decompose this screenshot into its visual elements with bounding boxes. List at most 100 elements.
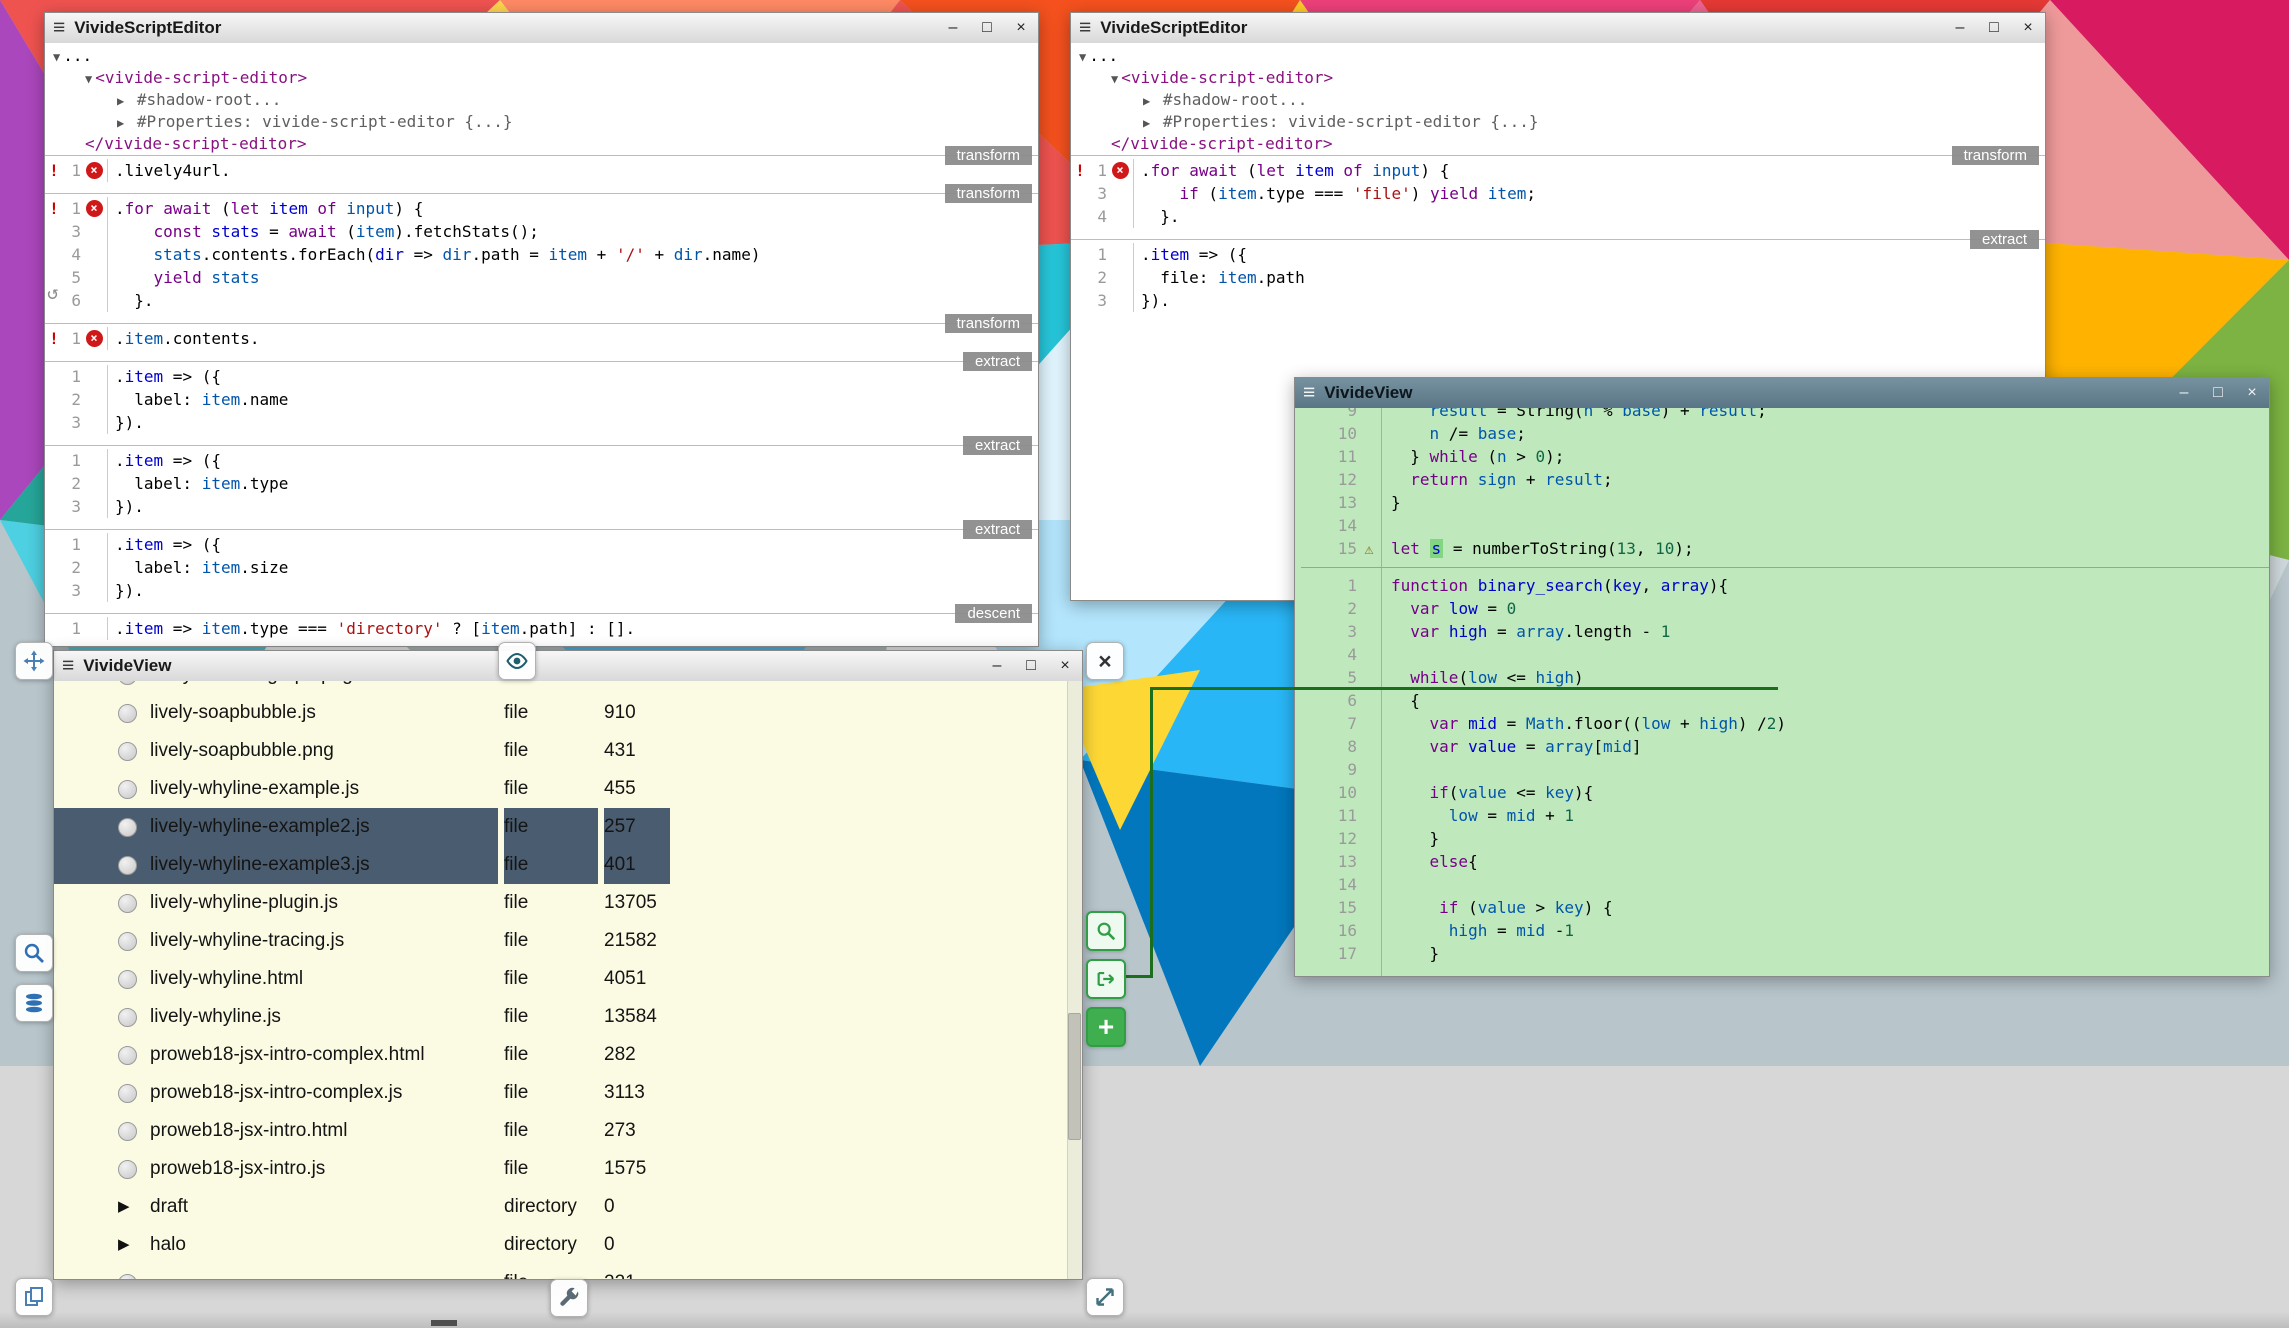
code-line: 5 yield stats	[45, 266, 1038, 289]
halo-copy-button[interactable]	[15, 1278, 53, 1316]
menu-icon[interactable]: ≡	[62, 651, 74, 681]
file-icon	[118, 1046, 137, 1065]
menu-icon[interactable]: ≡	[1079, 13, 1091, 43]
script-step-editor[interactable]: extract1.item => ({2 label: item.type3})…	[45, 445, 1038, 521]
tree-node[interactable]: ▶ #shadow-root...	[45, 89, 1038, 111]
halo-inspect-button[interactable]	[498, 642, 536, 680]
script-step-editor[interactable]: transform!1×.lively4url.	[45, 155, 1038, 185]
list-item[interactable]: file221	[54, 1264, 1068, 1279]
tree-node[interactable]: </vivide-script-editor>	[1071, 133, 2045, 155]
list-item[interactable]: lively-soapbubble.jsfile910	[54, 694, 1068, 732]
tree-node[interactable]: ▼<vivide-script-editor>	[45, 67, 1038, 89]
script-step-editor[interactable]: transform!1×.for await (let item of inpu…	[45, 193, 1038, 315]
titlebar[interactable]: ≡ VivideView – □ ×	[1295, 378, 2269, 409]
close-button[interactable]: ×	[2243, 378, 2261, 408]
list-item[interactable]: proweb18-jsx-intro-complex.jsfile3113	[54, 1074, 1068, 1112]
script-editor-body: ▼...▼<vivide-script-editor>▶ #shadow-roo…	[45, 43, 1038, 646]
data-source-button[interactable]	[15, 984, 53, 1022]
list-item[interactable]: proweb18-jsx-intro.htmlfile273	[54, 1112, 1068, 1150]
list-item[interactable]: ▶halodirectory0	[54, 1226, 1068, 1264]
inspect-step-button[interactable]	[1086, 911, 1126, 951]
section-type-badge: extract	[963, 352, 1032, 371]
code-line: 2 var low = 0	[1301, 597, 2269, 620]
tree-node[interactable]: ▼...	[1071, 45, 2045, 67]
tree-node[interactable]: </vivide-script-editor>	[45, 133, 1038, 155]
scrollbar-thumb[interactable]	[1068, 1013, 1081, 1140]
window-title: VivideView	[1324, 383, 1412, 403]
script-step-editor[interactable]: extract1.item => ({2 label: item.name3})…	[45, 361, 1038, 437]
titlebar[interactable]: ≡ VivideScriptEditor – □ ×	[45, 13, 1038, 44]
maximize-button[interactable]: □	[1985, 13, 2003, 43]
list-item[interactable]: lively-whyline-example2.jsfile257	[54, 808, 1068, 846]
directory-expand-icon[interactable]: ▶	[118, 1226, 130, 1264]
dom-tree[interactable]: ▼...▼<vivide-script-editor>▶ #shadow-roo…	[1071, 43, 2045, 155]
script-step-editor[interactable]: descent1.item => item.type === 'director…	[45, 613, 1038, 643]
list-item[interactable]: ▶draftdirectory0	[54, 1188, 1068, 1226]
script-step-editor[interactable]: transform!1×.for await (let item of inpu…	[1071, 155, 2045, 231]
halo-close-button[interactable]: ×	[1086, 642, 1124, 680]
script-step-editor[interactable]: extract1.item => ({2 label: item.size3})…	[45, 529, 1038, 605]
list-item[interactable]: lively-whyline-tracing.jsfile21582	[54, 922, 1068, 960]
list-item[interactable]: lively-soapbubble.pngfile431	[54, 732, 1068, 770]
section-type-badge: transform	[1952, 146, 2039, 165]
tree-node[interactable]: ▼<vivide-script-editor>	[1071, 67, 2045, 89]
minimize-button[interactable]: –	[944, 13, 962, 43]
file-icon	[118, 970, 137, 989]
file-icon	[118, 1008, 137, 1027]
code-line: 10 if(value <= key){	[1301, 781, 2269, 804]
code-line: 1.item => item.type === 'directory' ? [i…	[45, 617, 1038, 640]
error-icon: ×	[86, 330, 103, 347]
halo-resize-button[interactable]	[1086, 1278, 1124, 1316]
window-controls: – □ ×	[1951, 13, 2037, 43]
add-view-button[interactable]: +	[1086, 1007, 1126, 1047]
section-type-badge: extract	[963, 520, 1032, 539]
titlebar[interactable]: ≡ VivideView – □ ×	[54, 651, 1082, 682]
scrollbar[interactable]	[1067, 681, 1082, 1279]
tree-node[interactable]: ▼...	[45, 45, 1038, 67]
code-pane[interactable]: 9 result = String(n % base) + result; 10 …	[1295, 408, 2269, 976]
close-button[interactable]: ×	[1056, 651, 1074, 681]
error-icon: ×	[86, 162, 103, 179]
tree-node[interactable]: ▶ #Properties: vivide-script-editor {...…	[45, 111, 1038, 133]
code-line: 1.item => ({	[1071, 243, 2045, 266]
list-item[interactable]: proweb18-jsx-intro.jsfile1575	[54, 1150, 1068, 1188]
list-item[interactable]: lively-whyline-example.jsfile455	[54, 770, 1068, 808]
view-search-button[interactable]	[15, 934, 53, 972]
code-line: 9 result = String(n % base) + result;	[1301, 408, 2269, 422]
tree-node[interactable]: ▶ #Properties: vivide-script-editor {...…	[1071, 111, 2045, 133]
code-block[interactable]: 9 result = String(n % base) + result;10 …	[1301, 408, 2269, 560]
list-item[interactable]: proweb18-jsx-intro-complex.htmlfile282	[54, 1036, 1068, 1074]
menu-icon[interactable]: ≡	[53, 13, 65, 43]
revert-icon[interactable]: ↺	[47, 282, 58, 304]
directory-expand-icon[interactable]: ▶	[118, 1188, 130, 1226]
maximize-button[interactable]: □	[1022, 651, 1040, 681]
close-button[interactable]: ×	[2019, 13, 2037, 43]
maximize-button[interactable]: □	[2209, 378, 2227, 408]
titlebar[interactable]: ≡ VivideScriptEditor – □ ×	[1071, 13, 2045, 44]
tree-node[interactable]: ▶ #shadow-root...	[1071, 89, 2045, 111]
minimize-button[interactable]: –	[2175, 378, 2193, 408]
list-item[interactable]: lively-whyline-plugin.jsfile13705	[54, 884, 1068, 922]
close-button[interactable]: ×	[1012, 13, 1030, 43]
halo-move-button[interactable]	[15, 642, 53, 680]
menu-icon[interactable]: ≡	[1303, 378, 1315, 408]
maximize-button[interactable]: □	[978, 13, 996, 43]
script-step-editor[interactable]: transform!1×.item.contents.	[45, 323, 1038, 353]
section-type-badge: extract	[1970, 230, 2039, 249]
code-line: 4	[1301, 643, 2269, 666]
list-item[interactable]: lively-whyline.htmlfile4051	[54, 960, 1068, 998]
connect-view-button[interactable]	[1086, 959, 1126, 999]
list-item[interactable]: lively-whyline-example3.jsfile401	[54, 846, 1068, 884]
list-item[interactable]: lively-module-graph.pngfile4104	[54, 681, 1068, 694]
file-icon	[118, 704, 137, 723]
window-title: VivideScriptEditor	[1100, 18, 1247, 38]
list-item[interactable]: lively-whyline.jsfile13584	[54, 998, 1068, 1036]
dom-tree[interactable]: ▼...▼<vivide-script-editor>▶ #shadow-roo…	[45, 43, 1038, 155]
code-line: 1.item => ({	[45, 449, 1038, 472]
halo-wrench-button[interactable]	[550, 1279, 588, 1317]
script-sections: transform!1×.lively4url. transform!1×.for…	[45, 155, 1038, 643]
code-block[interactable]: 1function binary_search(key, array){2 va…	[1301, 567, 2269, 965]
minimize-button[interactable]: –	[988, 651, 1006, 681]
script-step-editor[interactable]: extract1.item => ({2 file: item.path3}).	[1071, 239, 2045, 315]
minimize-button[interactable]: –	[1951, 13, 1969, 43]
